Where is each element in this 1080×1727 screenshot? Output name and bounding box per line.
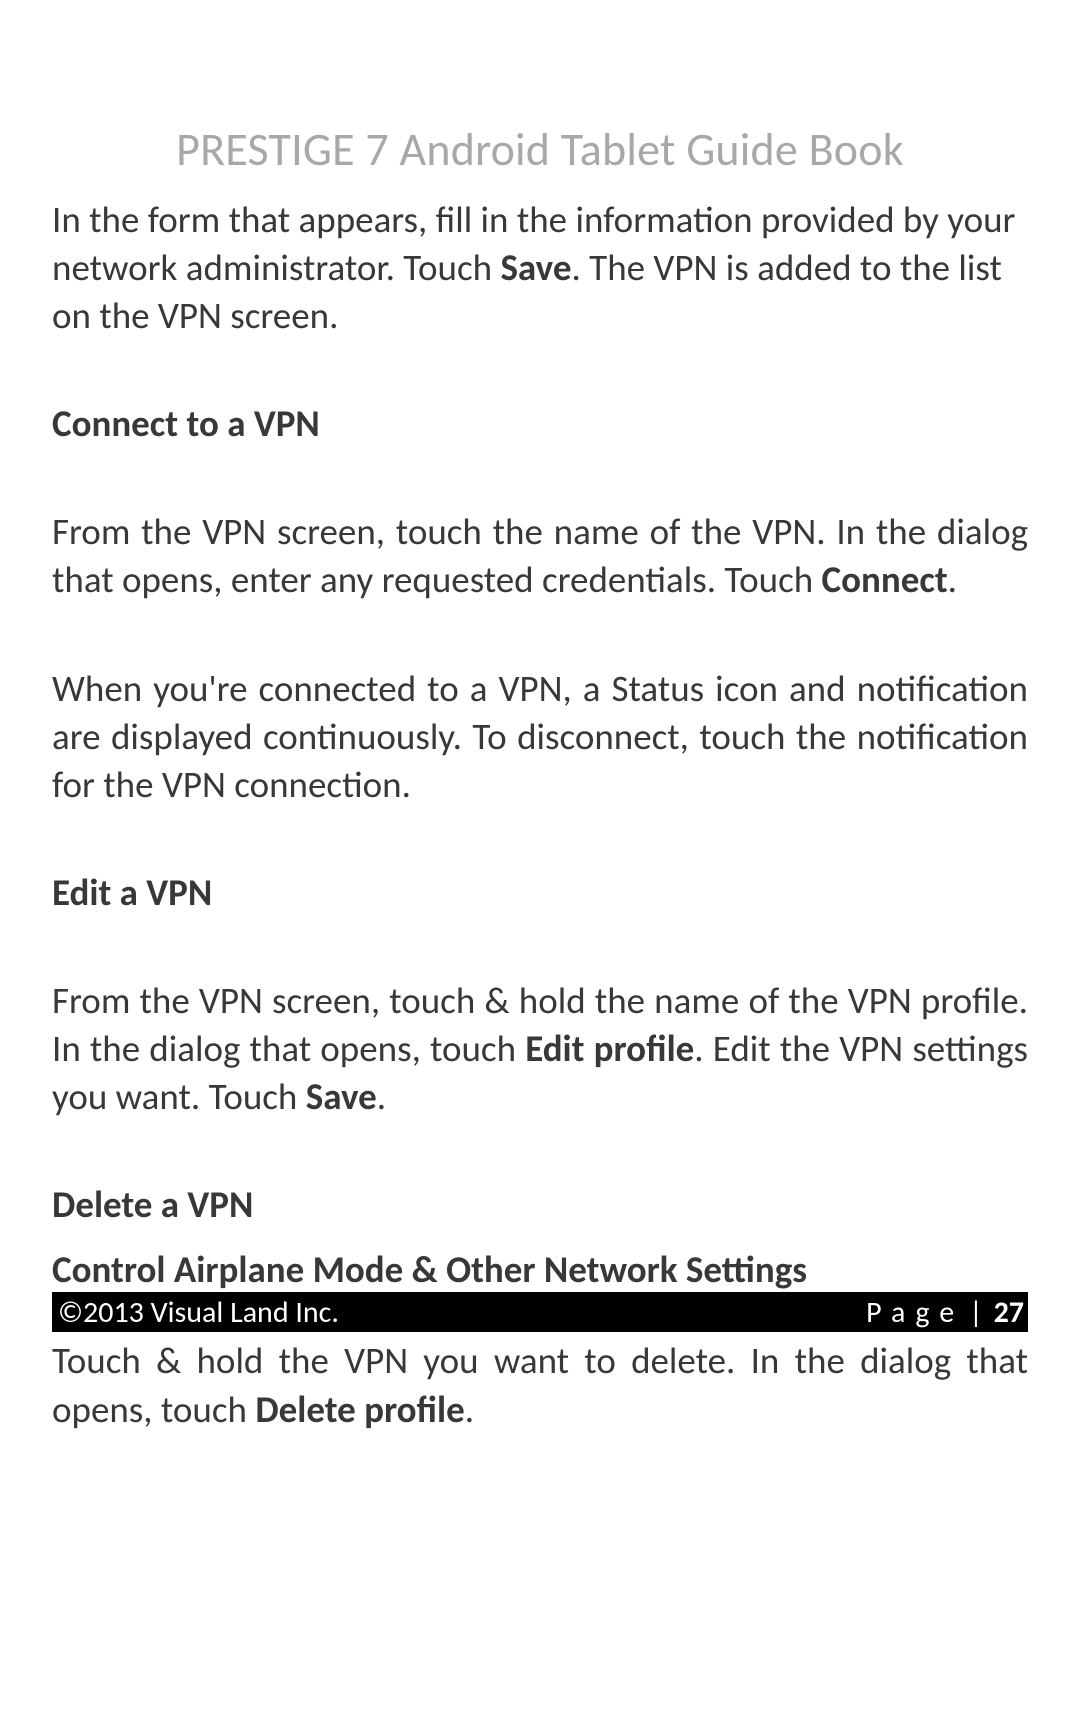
document-page: PRESTIGE 7 Android Tablet Guide Book In …	[0, 0, 1080, 1727]
heading-connect-vpn: Connect to a VPN	[52, 400, 1028, 448]
section-heading-airplane: Control Airplane Mode & Other Network Se…	[52, 1247, 1028, 1292]
intro-paragraph: In the form that appears, fill in the in…	[52, 196, 1028, 340]
page-header-title: PRESTIGE 7 Android Tablet Guide Book	[52, 122, 1028, 178]
paragraph-edit: From the VPN screen, touch & hold the na…	[52, 977, 1028, 1121]
text-run: .	[465, 1387, 474, 1432]
footer-pipe: |	[962, 1294, 989, 1331]
footer-copyright: ©2013 Visual Land Inc.	[58, 1294, 339, 1331]
footer-page-number: 27	[994, 1294, 1024, 1331]
bold-save: Save	[500, 245, 571, 290]
heading-edit-vpn: Edit a VPN	[52, 869, 1028, 917]
heading-delete-vpn: Delete a VPN	[52, 1181, 1028, 1229]
footer-page-word: Page	[866, 1294, 964, 1331]
paragraph-connect-1: From the VPN screen, touch the name of t…	[52, 508, 1028, 604]
paragraph-connect-2: When you're connected to a VPN, a Status…	[52, 665, 1028, 809]
text-run: .	[377, 1074, 386, 1119]
heading-airplane-mode: Control Airplane Mode & Other Network Se…	[52, 1247, 1028, 1292]
page-footer-bar: ©2013 Visual Land Inc. Page | 27	[52, 1292, 1028, 1332]
bold-delete-profile: Delete profile	[255, 1387, 464, 1432]
bold-edit-profile: Edit profile	[525, 1026, 694, 1071]
footer-page-indicator: Page | 27	[866, 1294, 1024, 1331]
text-run: .	[948, 557, 957, 602]
bold-connect: Connect	[822, 557, 948, 602]
bold-save-2: Save	[306, 1074, 377, 1119]
